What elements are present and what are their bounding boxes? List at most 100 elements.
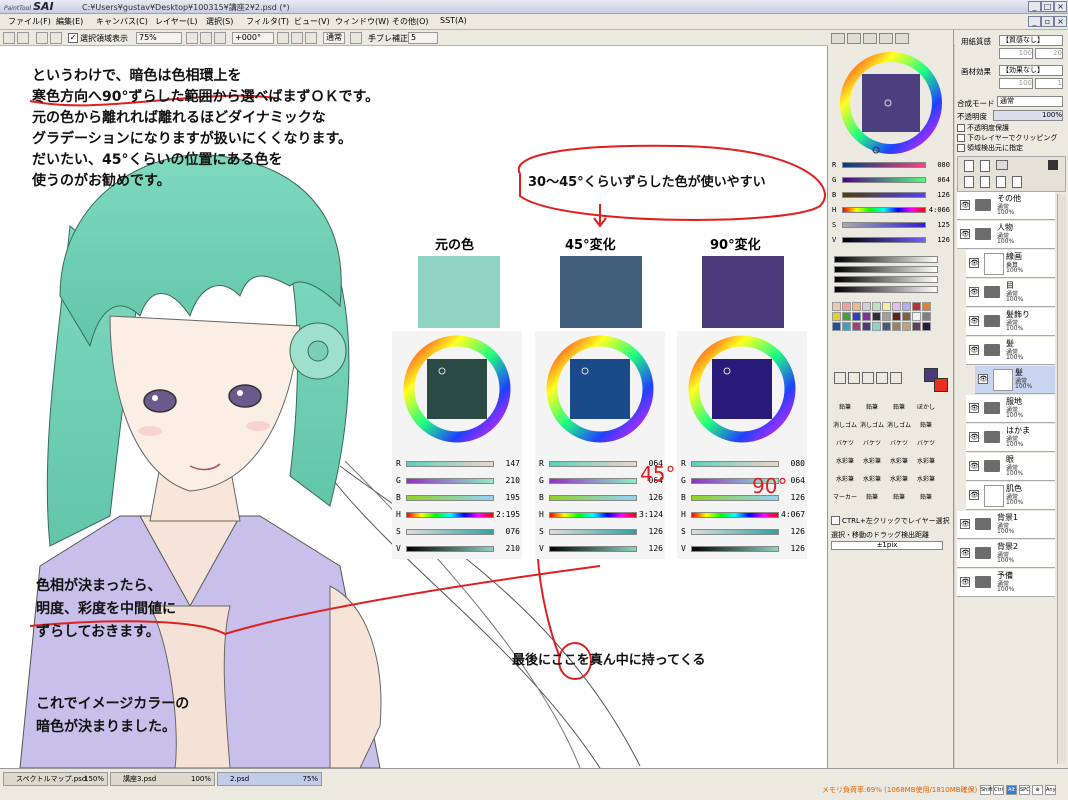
menu-filter[interactable]: フィルタ(T) xyxy=(246,16,289,27)
brush-tool[interactable]: 消しゴム xyxy=(885,420,913,432)
secondary-color[interactable] xyxy=(934,378,948,392)
opacity-slider[interactable]: 100% xyxy=(993,110,1063,121)
menu-other[interactable]: その他(O) xyxy=(392,16,429,27)
brush-tool[interactable]: バケツ xyxy=(831,438,859,450)
zoom-in-icon[interactable] xyxy=(200,32,212,44)
visibility-eye-icon[interactable]: 👁 xyxy=(969,432,979,442)
color-slider-g[interactable] xyxy=(842,177,926,183)
swatch-grid[interactable] xyxy=(832,302,948,362)
zoom-select[interactable]: 75% xyxy=(136,32,182,44)
swatch-tab[interactable] xyxy=(879,33,893,44)
color-slider-h[interactable] xyxy=(842,207,926,213)
zoom-out-icon[interactable] xyxy=(186,32,198,44)
visibility-eye-icon[interactable]: 👁 xyxy=(960,200,970,210)
menu-edit[interactable]: 編集(E) xyxy=(56,16,83,27)
brush-scale[interactable]: 100 xyxy=(999,78,1033,89)
color-swatch[interactable] xyxy=(922,302,931,311)
layer-scrollbar[interactable] xyxy=(1057,194,1066,764)
menu-sst[interactable]: SST(A) xyxy=(440,16,467,25)
brush-tool[interactable]: 水彩筆 xyxy=(885,456,913,468)
color-swatch[interactable] xyxy=(872,312,881,321)
gray-slider[interactable] xyxy=(834,266,938,273)
color-swatch[interactable] xyxy=(922,322,931,331)
brush-tool[interactable]: 水彩筆 xyxy=(831,456,859,468)
visibility-eye-icon[interactable]: 👁 xyxy=(969,461,979,471)
transfer-down-icon[interactable] xyxy=(964,176,974,188)
menu-file[interactable]: ファイル(F) xyxy=(8,16,51,27)
layer-item[interactable]: 👁 服地 通常 100% xyxy=(966,395,1055,423)
brush-tool[interactable]: ぼかし xyxy=(912,402,940,414)
color-swatch[interactable] xyxy=(872,322,881,331)
color-swatch[interactable] xyxy=(902,322,911,331)
brush-tool[interactable]: 水彩筆 xyxy=(831,474,859,486)
color-swatch[interactable] xyxy=(842,312,851,321)
selection-display-checkbox[interactable]: ✓ xyxy=(68,33,78,43)
key-target[interactable]: ⊕ xyxy=(1032,785,1043,795)
new-layer-icon[interactable] xyxy=(964,160,974,172)
delete-layer-icon[interactable] xyxy=(1012,176,1022,188)
color-swatch[interactable] xyxy=(892,302,901,311)
color-swatch[interactable] xyxy=(902,302,911,311)
layer-item[interactable]: 👁 目通常 100% xyxy=(966,279,1055,307)
visibility-eye-icon[interactable]: 👁 xyxy=(969,287,979,297)
visibility-eye-icon[interactable]: 👁 xyxy=(960,519,970,529)
gray-sliders[interactable] xyxy=(834,256,946,298)
tool-icons[interactable] xyxy=(832,370,922,400)
key-space[interactable]: SPC xyxy=(1019,785,1030,795)
rotation-select[interactable]: +000° xyxy=(232,32,274,44)
doc-close-button[interactable]: × xyxy=(1054,16,1067,27)
ctrl-layer-select-checkbox[interactable] xyxy=(831,516,840,525)
paper-scale[interactable]: 100 xyxy=(999,48,1033,59)
rgb-slider-tab[interactable] xyxy=(847,33,861,44)
visibility-eye-icon[interactable]: 👁 xyxy=(978,374,988,384)
layer-item[interactable]: 👁 肌色 通常 100% xyxy=(966,482,1055,510)
drag-distance-field[interactable]: ±1pix xyxy=(831,541,943,550)
doc-tab-lecture3[interactable]: 講座3.psd 100% xyxy=(110,772,215,786)
visibility-eye-icon[interactable]: 👁 xyxy=(969,316,979,326)
color-wheel[interactable] xyxy=(836,48,946,158)
color-swatch[interactable] xyxy=(842,322,851,331)
brush-tool[interactable]: 消しゴム xyxy=(858,420,886,432)
brush-tool[interactable]: 鉛筆 xyxy=(885,402,913,414)
rotate-left-icon[interactable] xyxy=(277,32,289,44)
stabilizer-select[interactable]: 5 xyxy=(408,32,438,44)
color-swatch[interactable] xyxy=(852,302,861,311)
menu-layer[interactable]: レイヤー(L) xyxy=(155,16,197,27)
color-swatch[interactable] xyxy=(852,312,861,321)
layer-item[interactable]: 👁 髪通常 100% xyxy=(975,366,1055,394)
visibility-eye-icon[interactable]: 👁 xyxy=(960,548,970,558)
key-alt[interactable]: Alt xyxy=(1006,785,1017,795)
layer-item[interactable]: 👁 髪飾り 通常 100% xyxy=(966,308,1055,336)
maximize-button[interactable]: □ xyxy=(1041,1,1054,12)
layer-item[interactable]: 👁 背景1 通常 100% xyxy=(957,511,1055,539)
color-slider-s[interactable] xyxy=(842,222,926,228)
brush-tool[interactable]: 鉛筆 xyxy=(912,492,940,504)
color-swatch[interactable] xyxy=(872,302,881,311)
brush-tool[interactable]: 水彩筆 xyxy=(858,456,886,468)
deselect-icon[interactable] xyxy=(36,32,48,44)
layer-item[interactable]: 👁 はかま 通常 100% xyxy=(966,424,1055,452)
color-swatch[interactable] xyxy=(912,322,921,331)
color-wheel-tab[interactable] xyxy=(831,33,845,44)
color-slider-b[interactable] xyxy=(842,192,926,198)
menu-canvas[interactable]: キャンバス(C) xyxy=(96,16,148,27)
brush-tool[interactable]: バケツ xyxy=(885,438,913,450)
brush-effect-select[interactable]: 【効果なし】 xyxy=(999,65,1063,76)
flip-icon[interactable] xyxy=(350,32,362,44)
color-swatch[interactable] xyxy=(862,312,871,321)
zoom-tool-icon[interactable] xyxy=(848,372,860,384)
color-swatch[interactable] xyxy=(862,322,871,331)
clear-layer-icon[interactable] xyxy=(996,176,1006,188)
color-swatch[interactable] xyxy=(882,302,891,311)
undo-icon[interactable] xyxy=(3,32,15,44)
merge-down-icon[interactable] xyxy=(980,176,990,188)
hand-tool-icon[interactable] xyxy=(876,372,888,384)
brush-tool[interactable]: 鉛筆 xyxy=(858,402,886,414)
hsv-slider-tab[interactable] xyxy=(863,33,877,44)
redo-icon[interactable] xyxy=(17,32,29,44)
brush-tool[interactable]: バケツ xyxy=(912,438,940,450)
color-swatch[interactable] xyxy=(882,322,891,331)
visibility-eye-icon[interactable]: 👁 xyxy=(969,258,979,268)
move-tool-icon[interactable] xyxy=(834,372,846,384)
color-swatch[interactable] xyxy=(852,322,861,331)
